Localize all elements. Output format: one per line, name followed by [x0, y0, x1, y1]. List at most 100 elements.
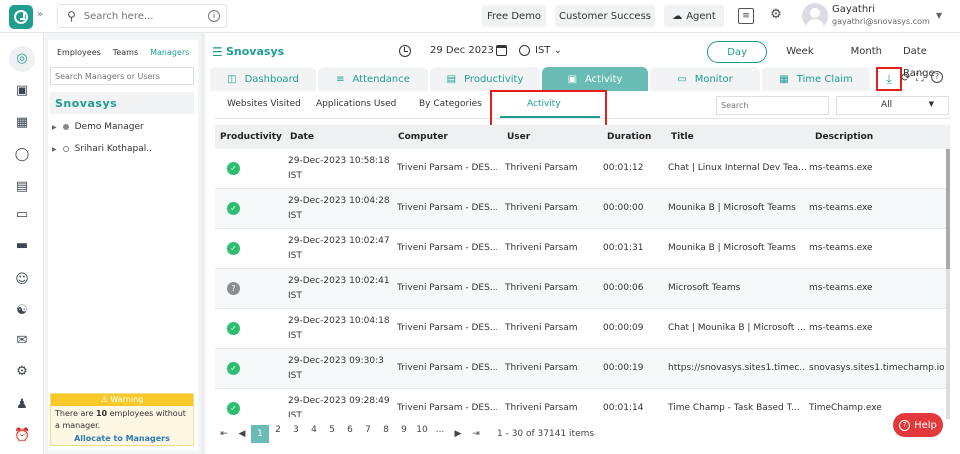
schedule-icon[interactable]: ▦ [14, 115, 30, 131]
check-icon: ✓ [227, 242, 240, 255]
avatar[interactable] [802, 3, 828, 29]
tree-item-demo-manager[interactable]: ▶ Demo Manager [52, 122, 144, 132]
expand-arrow-icon[interactable]: ▶ [52, 146, 57, 153]
dashboard-icon: ◫ [227, 73, 237, 85]
tab-teams[interactable]: Teams [108, 48, 143, 57]
subtab-by-categories[interactable]: By Categories [419, 99, 482, 109]
download-icon: ⤓ [886, 71, 892, 86]
date-display[interactable]: 29 Dec 2023 [430, 45, 494, 56]
filter-select[interactable]: All ▼ [836, 96, 949, 115]
help-button[interactable]: ? Help [893, 413, 943, 437]
tab-managers[interactable]: Managers [145, 48, 194, 57]
calendar-icon[interactable] [496, 45, 507, 56]
tab-activity[interactable]: ▣ Activity [542, 67, 648, 91]
tab-employees[interactable]: Employees [52, 48, 106, 57]
table-scroll-thumb[interactable] [946, 149, 950, 269]
tab-productivity[interactable]: ▤ Productivity [430, 67, 540, 91]
table-row[interactable]: ✓ 29-Dec-2023 09:28:49 IST Triveni Parsam -… [215, 389, 950, 417]
range-day[interactable]: Day [707, 41, 768, 63]
table-row[interactable]: ✓ 29-Dec-2023 09:30:3 IST Triveni Parsam - … [215, 349, 950, 389]
col-duration[interactable]: Duration [607, 132, 651, 142]
card-icon[interactable]: ▬ [14, 238, 30, 254]
refresh-icon[interactable]: ⟳ [901, 71, 910, 84]
document-icon[interactable]: ≡ [738, 8, 754, 24]
table-row[interactable]: ✓ 29-Dec-2023 10:04:28 IST Triveni Parsam -… [215, 189, 950, 229]
page-number[interactable]: ... [431, 425, 449, 443]
tree-item-srihari[interactable]: ▶ Srihari Kothapal.. [52, 144, 152, 154]
cell-title: Time Champ - Task Based T... [668, 403, 800, 413]
last-page-icon[interactable]: ⇥ [467, 429, 485, 439]
person-icon[interactable]: ♟ [14, 397, 30, 413]
customer-success-button[interactable]: Customer Success [555, 5, 655, 27]
fullscreen-icon[interactable]: ⛶ [916, 71, 924, 85]
range-week[interactable]: Week [786, 41, 813, 63]
range-month[interactable]: Month [851, 41, 882, 63]
page-number[interactable]: 6 [341, 425, 359, 443]
col-productivity[interactable]: Productivity [220, 132, 282, 142]
page-number[interactable]: 7 [359, 425, 377, 443]
agent-button[interactable]: ☁ Agent [664, 5, 724, 27]
tab-attendance[interactable]: ≡ Attendance [318, 67, 428, 91]
managers-search-input[interactable] [50, 67, 194, 85]
allocate-managers-link[interactable]: Allocate to Managers [51, 434, 193, 443]
page-number[interactable]: 4 [305, 425, 323, 443]
chart-icon: ▤ [446, 73, 457, 85]
monitor-icon: ▭ [677, 73, 687, 85]
col-description[interactable]: Description [815, 132, 873, 142]
app-logo-icon[interactable] [9, 5, 33, 29]
users-icon[interactable]: ☺ [14, 272, 30, 288]
table-row[interactable]: ? 29-Dec-2023 10:02:41 IST Triveni Parsam -… [215, 269, 950, 309]
expand-chevron-icon[interactable]: » [37, 9, 43, 20]
global-search-input[interactable] [83, 10, 194, 22]
settings-icon[interactable]: ⚙ [14, 364, 30, 380]
col-title[interactable]: Title [671, 132, 694, 142]
user-menu-caret-icon[interactable]: ▼ [936, 11, 942, 20]
first-page-icon[interactable]: ⇤ [215, 429, 233, 439]
subtab-applications-used[interactable]: Applications Used [316, 99, 396, 109]
menu-icon[interactable]: ☰ [212, 45, 223, 59]
tab-dashboard[interactable]: ◫ Dashboard [210, 67, 316, 91]
download-button[interactable]: ⤓ [876, 67, 902, 91]
range-date-range[interactable]: Date Range [903, 41, 960, 79]
prev-page-icon[interactable]: ◀ [233, 429, 251, 439]
org-header[interactable]: Snovasys [50, 92, 194, 114]
col-user[interactable]: User [507, 132, 530, 142]
page-number[interactable]: 1 [251, 425, 269, 443]
tab-monitor[interactable]: ▭ Monitor [650, 67, 760, 91]
table-search-input[interactable] [716, 96, 829, 115]
page-number[interactable]: 9 [395, 425, 413, 443]
search-icon: ⚲ [67, 9, 76, 23]
next-page-icon[interactable]: ▶ [449, 429, 467, 439]
info-icon[interactable]: i [208, 10, 220, 22]
table-row[interactable]: ✓ 29-Dec-2023 10:58:18 IST Triveni Parsam -… [215, 149, 950, 189]
status-dot-icon [62, 124, 69, 130]
subtab-websites-visited[interactable]: Websites Visited [227, 99, 301, 109]
expand-arrow-icon[interactable]: ▶ [52, 124, 57, 131]
col-date[interactable]: Date [290, 132, 314, 142]
page-number[interactable]: 5 [323, 425, 341, 443]
monitor-icon[interactable]: ▭ [14, 207, 30, 223]
page-number[interactable]: 3 [287, 425, 305, 443]
table-row[interactable]: ✓ 29-Dec-2023 10:02:47 IST Triveni Parsam -… [215, 229, 950, 269]
timezone-select[interactable]: IST ⌄ [535, 45, 562, 56]
dashboard-icon[interactable]: ◎ [9, 46, 35, 72]
team-icon[interactable]: ☯ [14, 303, 30, 319]
managers-panel: Employees Teams Managers Snovasys ▶ Demo… [48, 40, 198, 450]
page-number[interactable]: 10 [413, 425, 431, 443]
cell-title: Microsoft Teams [668, 283, 741, 293]
clock-icon[interactable] [399, 45, 411, 57]
table-row[interactable]: ✓ 29-Dec-2023 10:04:18 IST Triveni Parsam -… [215, 309, 950, 349]
cell-computer: Triveni Parsam - DES... [397, 283, 497, 293]
calendar-icon[interactable]: ▣ [14, 83, 30, 99]
alarm-icon[interactable]: ⏰ [14, 428, 30, 444]
tab-time-claim[interactable]: ▦ Time Claim [762, 67, 870, 91]
briefcase-icon[interactable]: ▤ [14, 179, 30, 195]
page-number[interactable]: 2 [269, 425, 287, 443]
help-circle-icon[interactable]: ? [931, 71, 943, 83]
page-number[interactable]: 8 [377, 425, 395, 443]
free-demo-button[interactable]: Free Demo [482, 5, 546, 27]
user-icon[interactable]: ◯ [14, 147, 30, 163]
mail-icon[interactable]: ✉ [14, 333, 30, 349]
gear-icon[interactable]: ⚙ [768, 8, 784, 24]
col-computer[interactable]: Computer [398, 132, 448, 142]
